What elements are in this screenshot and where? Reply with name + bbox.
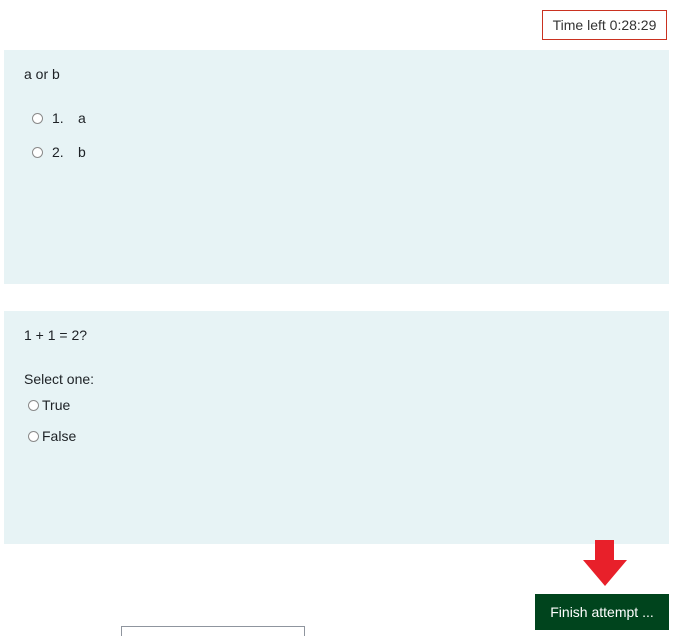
question-2-text: 1 + 1 = 2? [24, 327, 88, 343]
radio-button[interactable] [28, 399, 39, 411]
time-left-text: Time left 0:28:29 [552, 17, 657, 33]
question-1-option-b[interactable]: 2. b [32, 144, 86, 160]
option-label: True [42, 397, 71, 413]
navigation-select-partial[interactable] [121, 626, 305, 636]
question-2-option-false[interactable]: False [28, 428, 76, 444]
question-1-option-a[interactable]: 1. a [32, 110, 86, 126]
radio-button[interactable] [32, 146, 43, 158]
time-left-indicator: Time left 0:28:29 [542, 10, 667, 40]
radio-button[interactable] [32, 112, 43, 124]
option-label: b [78, 144, 86, 160]
option-label: False [42, 428, 77, 444]
finish-attempt-button[interactable]: Finish attempt ... [535, 594, 669, 630]
question-1-text: a or b [24, 66, 60, 82]
select-one-prompt: Select one: [24, 371, 95, 387]
question-2-option-true[interactable]: True [28, 397, 70, 413]
option-label: a [78, 110, 86, 126]
question-2-panel: 1 + 1 = 2? Select one: True False [4, 311, 669, 544]
down-arrow-icon [583, 540, 627, 586]
radio-button[interactable] [28, 430, 39, 442]
question-1-panel: a or b 1. a 2. b [4, 50, 669, 284]
option-number: 1. [52, 110, 64, 126]
option-number: 2. [52, 144, 64, 160]
